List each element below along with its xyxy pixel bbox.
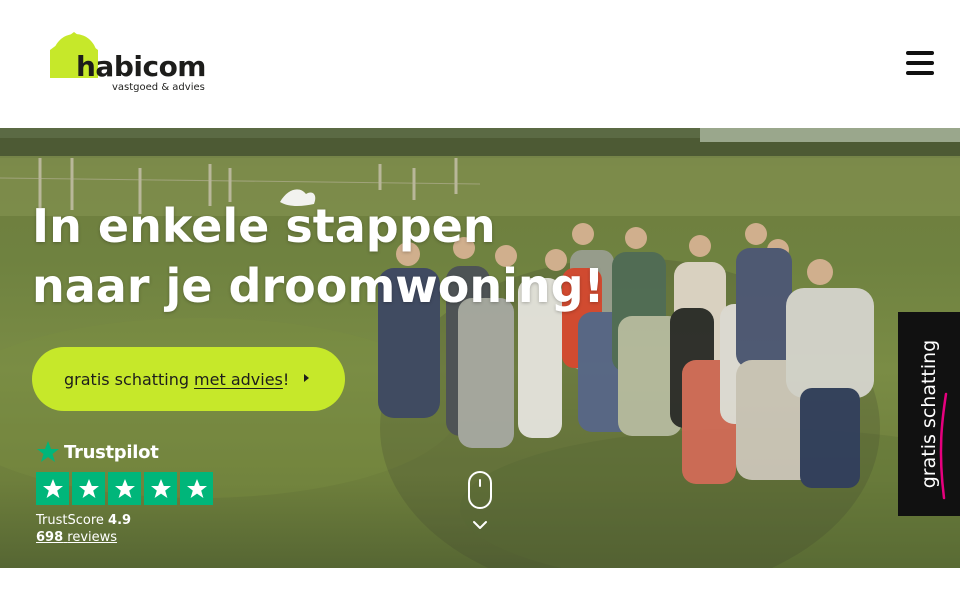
star-icon <box>42 478 63 498</box>
trustpilot-widget[interactable]: Trustpilot TrustScore 4.9 698 reviews <box>36 440 236 545</box>
site-header: habicom vastgoed & advies <box>0 0 960 128</box>
page-content-start <box>0 568 960 600</box>
hamburger-menu-icon[interactable] <box>902 48 938 78</box>
reviews-label: reviews <box>67 530 118 545</box>
trustpilot-reviews-link[interactable]: 698 reviews <box>36 530 236 545</box>
pink-scribble-icon <box>939 392 948 500</box>
trustpilot-star-box <box>144 472 177 505</box>
trustscore: TrustScore 4.9 <box>36 513 236 528</box>
trustpilot-star-box <box>180 472 213 505</box>
trustscore-label: TrustScore <box>36 513 104 528</box>
hero-title: In enkele stappen naar je droomwoning! <box>32 196 652 316</box>
gratis-schatting-side-tab[interactable]: gratis schatting <box>898 312 960 516</box>
scroll-down-icon <box>468 471 492 529</box>
trustpilot-brand: Trustpilot <box>36 440 236 464</box>
trustpilot-label: Trustpilot <box>64 441 159 463</box>
trustpilot-star-box <box>36 472 69 505</box>
star-icon <box>150 478 171 498</box>
hero-title-line-2: naar je droomwoning! <box>32 259 605 313</box>
hero-section: In enkele stappen naar je droomwoning! g… <box>0 128 960 568</box>
reviews-count: 698 <box>36 530 64 545</box>
logo-wordmark: habicom <box>76 50 206 83</box>
star-icon <box>186 478 207 498</box>
trustpilot-star-icon <box>37 441 59 462</box>
trustpilot-star-box <box>108 472 141 505</box>
habicom-logo[interactable]: habicom vastgoed & advies <box>48 30 208 96</box>
cta-label-end: ! <box>282 369 290 389</box>
star-icon <box>114 478 135 498</box>
trustpilot-stars <box>36 472 236 505</box>
arrow-right-icon <box>304 374 309 382</box>
mouse-scroll-icon[interactable] <box>466 470 494 536</box>
logo-tagline: vastgoed & advies <box>112 82 205 93</box>
trustpilot-star-box <box>72 472 105 505</box>
cta-label-start: gratis schatting <box>64 369 190 389</box>
star-icon <box>78 478 99 498</box>
gratis-schatting-button[interactable]: gratis schatting met advies ! <box>32 347 345 411</box>
hero-title-line-1: In enkele stappen <box>32 199 496 253</box>
trustscore-value: 4.9 <box>108 513 132 528</box>
cta-label-emphasis: met advies <box>194 369 283 389</box>
